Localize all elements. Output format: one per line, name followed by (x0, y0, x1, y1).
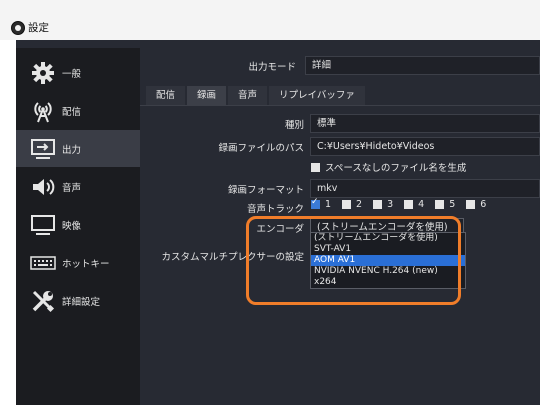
sidebar-item-label: 詳細設定 (62, 296, 101, 308)
title-bar: 設定 (0, 0, 540, 40)
gear-icon (30, 61, 56, 85)
type-label: 種別 (284, 120, 304, 131)
audio-track-checkboxes: 1 2 3 4 5 6 (311, 197, 497, 210)
tab-audio[interactable]: 音声 (228, 86, 268, 105)
checkbox-box[interactable] (311, 162, 320, 172)
type-select[interactable]: 標準 (310, 114, 540, 133)
audio-track-1-checkbox[interactable]: 1 (311, 197, 332, 210)
tab-replay-buffer[interactable]: リプレイバッファ (269, 86, 365, 105)
track-number: 6 (480, 199, 487, 210)
checkbox-box[interactable] (466, 200, 476, 209)
tools-icon (30, 289, 56, 313)
audio-track-6-checkbox[interactable]: 6 (466, 199, 486, 210)
checkbox-box[interactable] (373, 200, 383, 209)
output-mode-label: 出力モード (248, 62, 296, 73)
track-number: 4 (418, 199, 425, 210)
audio-track-4-checkbox[interactable]: 4 (404, 199, 424, 210)
track-number: 5 (449, 199, 456, 210)
output-tabs: 配信 録画 音声 リプレイバッファ (146, 86, 367, 105)
keyboard-icon (30, 251, 56, 275)
audio-track-label: 音声トラック (246, 204, 304, 215)
track-number: 1 (325, 199, 332, 210)
audio-track-5-checkbox[interactable]: 5 (435, 199, 455, 210)
sidebar-item-label: 音声 (62, 182, 82, 194)
recording-format-select[interactable]: mkv (310, 179, 540, 198)
track-number: 3 (387, 199, 394, 210)
output-monitor-icon (30, 137, 56, 161)
sidebar-item-label: ホットキー (62, 258, 110, 270)
sidebar-item-output[interactable]: 出力 (16, 130, 140, 167)
sidebar-item-label: 映像 (62, 220, 82, 232)
checkbox-box[interactable] (342, 200, 352, 209)
audio-track-3-checkbox[interactable]: 3 (373, 199, 393, 210)
sidebar-item-label: 配信 (62, 106, 82, 118)
sidebar-item-audio[interactable]: 音声 (16, 168, 140, 205)
speaker-icon (30, 175, 56, 199)
recording-format-label: 録画フォーマット (227, 185, 304, 196)
sidebar-item-hotkeys[interactable]: ホットキー (16, 244, 140, 281)
sidebar-item-video[interactable]: 映像 (16, 206, 140, 243)
checkbox-box[interactable] (435, 200, 445, 209)
track-number: 2 (356, 199, 363, 210)
encoder-highlight-annotation (246, 216, 461, 305)
recording-path-label: 録画ファイルのパス (218, 143, 304, 154)
audio-track-2-checkbox[interactable]: 2 (342, 199, 362, 210)
no-space-filename-label: スペースなしのファイル名を生成 (325, 163, 467, 174)
sidebar-item-label: 一般 (62, 68, 82, 80)
tab-stream[interactable]: 配信 (146, 86, 186, 105)
window-title: 設定 (28, 22, 49, 34)
checkbox-box[interactable] (311, 197, 320, 209)
obs-app-icon (11, 21, 25, 35)
sidebar-item-label: 出力 (62, 144, 82, 156)
broadcast-antenna-icon (30, 99, 56, 123)
recording-path-input[interactable]: C:¥Users¥Hideto¥Videos (310, 137, 540, 156)
sidebar-item-stream[interactable]: 配信 (16, 92, 140, 129)
monitor-icon (30, 213, 56, 237)
sidebar-item-general[interactable]: 一般 (16, 54, 140, 91)
settings-sidebar: 一般 配信 出力 音声 映像 ホットキー 詳細設定 (16, 48, 140, 405)
sidebar-item-advanced[interactable]: 詳細設定 (16, 282, 140, 319)
output-mode-select[interactable]: 詳細 (305, 56, 540, 75)
tab-recording[interactable]: 録画 (187, 86, 227, 105)
no-space-filename-checkbox[interactable]: スペースなしのファイル名を生成 (311, 160, 466, 174)
checkbox-box[interactable] (404, 200, 414, 209)
